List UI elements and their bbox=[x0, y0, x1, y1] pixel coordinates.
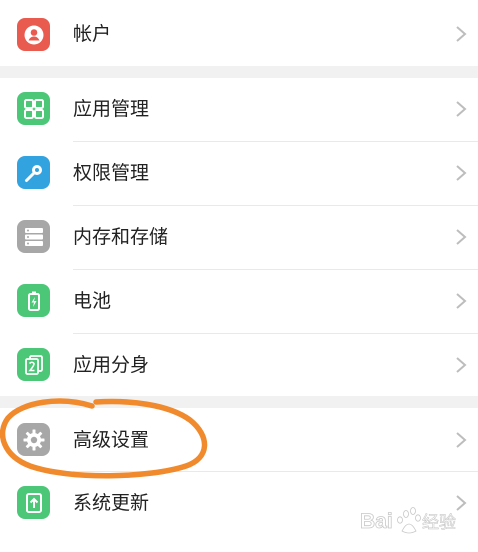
chevron-right-icon bbox=[456, 293, 467, 309]
settings-item-permissions[interactable]: 权限管理 bbox=[0, 142, 478, 206]
chevron-right-icon bbox=[456, 165, 467, 181]
watermark-logo: Bai 经验 bbox=[358, 501, 473, 539]
settings-item-label: 应用管理 bbox=[73, 98, 150, 120]
settings-item-storage[interactable]: 内存和存储 bbox=[0, 206, 478, 270]
settings-group-account: 帐户 bbox=[0, 0, 478, 66]
settings-item-label: 高级设置 bbox=[73, 429, 150, 451]
chevron-right-icon bbox=[456, 357, 467, 373]
settings-item-label: 电池 bbox=[73, 290, 112, 312]
settings-item-label: 系统更新 bbox=[73, 492, 150, 514]
settings-item-account[interactable]: 帐户 bbox=[0, 2, 478, 66]
battery-icon bbox=[17, 284, 50, 317]
settings-item-advanced[interactable]: 高级设置 bbox=[0, 408, 478, 472]
chevron-right-icon bbox=[456, 229, 467, 245]
settings-item-label: 权限管理 bbox=[73, 162, 150, 184]
settings-item-label: 应用分身 bbox=[73, 354, 150, 376]
system-update-icon bbox=[17, 486, 50, 519]
svg-text:Bai: Bai bbox=[360, 510, 393, 533]
chevron-right-icon bbox=[456, 432, 467, 448]
settings-item-apps[interactable]: 应用管理 bbox=[0, 78, 478, 142]
app-clone-icon bbox=[17, 348, 50, 381]
settings-item-battery[interactable]: 电池 bbox=[0, 270, 478, 334]
account-icon bbox=[17, 18, 50, 51]
app-grid-icon bbox=[17, 92, 50, 125]
settings-item-label: 内存和存储 bbox=[73, 226, 169, 248]
svg-text:经验: 经验 bbox=[422, 513, 456, 533]
settings-group-apps: 应用管理 权限管理 内存和存储 电池 应用分身 bbox=[0, 78, 478, 396]
settings-item-label: 帐户 bbox=[73, 23, 112, 45]
gear-icon bbox=[17, 423, 50, 456]
chevron-right-icon bbox=[456, 101, 467, 117]
key-icon bbox=[17, 156, 50, 189]
settings-item-app-clone[interactable]: 应用分身 bbox=[0, 334, 478, 398]
chevron-right-icon bbox=[456, 26, 467, 42]
storage-icon bbox=[17, 220, 50, 253]
